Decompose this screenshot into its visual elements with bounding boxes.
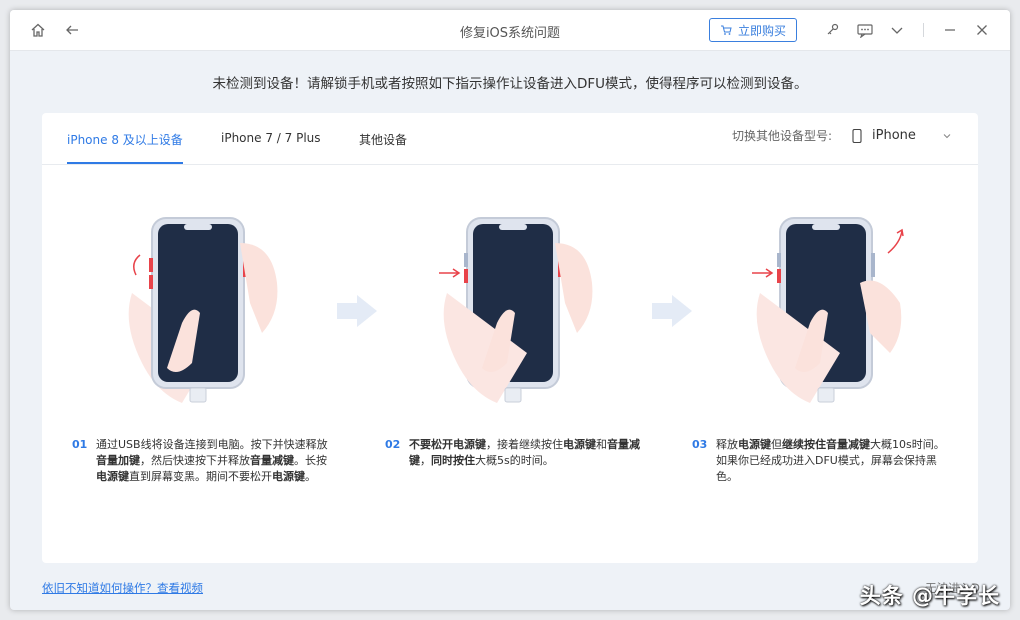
title-bar: 修复iOS系统问题 立即购买	[10, 10, 1010, 51]
step-3-number: 03	[692, 438, 708, 451]
tab-iphone8-plus[interactable]: iPhone 8 及以上设备	[67, 131, 183, 164]
step-text-part: 通过USB线将设备连接到电脑。按下并快速释放	[96, 438, 328, 451]
step-desc: 通过USB线将设备连接到电脑。按下并快速释放音量加键，然后快速按下并释放音量减键…	[96, 437, 336, 485]
step-3-text: 03 释放电源键但继续按住音量减键大概10s时间。 如果你已经成功进入DFU模式…	[692, 437, 962, 485]
device-model-value: iPhone	[872, 128, 916, 143]
phone-buttons-illustration	[439, 217, 593, 403]
step-text-part: 大概5s的时间。	[475, 454, 554, 467]
step-desc: 释放电源键但继续按住音量减键大概10s时间。 如果你已经成功进入DFU模式，屏幕…	[716, 437, 956, 485]
key-icon[interactable]	[823, 20, 843, 40]
buy-now-button[interactable]: 立即购买	[708, 18, 797, 42]
device-tabs: iPhone 8 及以上设备 iPhone 7 / 7 Plus 其他设备 切换…	[42, 113, 978, 165]
step-text-part: 和	[596, 438, 607, 451]
step-emphasis-text: 音量加键	[96, 454, 140, 467]
buy-now-label: 立即购买	[737, 23, 786, 38]
phone-buttons-illustration	[752, 217, 904, 403]
tab-other-devices[interactable]: 其他设备	[359, 131, 407, 162]
step-1-text: 01 通过USB线将设备连接到电脑。按下并快速释放音量加键，然后快速按下并释放音…	[72, 437, 342, 485]
step-desc: 不要松开电源键，接着继续按住电源键和音量减键，同时按住大概5s的时间。	[409, 437, 649, 469]
feedback-icon[interactable]	[855, 20, 875, 40]
step-emphasis-text: 不要松开电源键	[409, 438, 486, 451]
step-text-part: 。长按	[294, 454, 327, 467]
close-icon[interactable]	[972, 20, 992, 40]
step-emphasis-text: 音量减键	[250, 454, 294, 467]
watch-video-link[interactable]: 依旧不知道如何操作？查看视频	[42, 580, 203, 596]
phone-icon	[852, 128, 862, 143]
cart-icon	[720, 25, 732, 35]
title-separator	[923, 23, 924, 37]
tab-iphone7[interactable]: iPhone 7 / 7 Plus	[221, 131, 321, 159]
step-text-part: ，	[420, 454, 431, 467]
device-switch-label: 切换其他设备型号:	[731, 129, 832, 143]
chevron-down-icon[interactable]	[887, 20, 907, 40]
step-text-part: ，然后快速按下并释放	[140, 454, 250, 467]
step-text-part: 。	[305, 470, 316, 483]
step-1-number: 01	[72, 438, 88, 451]
step-emphasis-text: 电源键	[563, 438, 596, 451]
step-emphasis-text: 继续按住音量减键	[782, 438, 870, 451]
watermark-text: 头条 @牛学长	[859, 584, 1000, 608]
step-text-part: 但	[771, 438, 782, 451]
step-2-number: 02	[385, 438, 401, 451]
step-emphasis-text: 电源键	[272, 470, 305, 483]
chevron-down-icon	[943, 133, 951, 138]
step-text-part: 释放	[716, 438, 738, 451]
step-3-illustration	[750, 203, 1010, 413]
phone-buttons-illustration	[128, 217, 278, 403]
device-switch: 切换其他设备型号: iPhone	[732, 127, 952, 144]
instruction-panel: iPhone 8 及以上设备 iPhone 7 / 7 Plus 其他设备 切换…	[42, 113, 978, 563]
step-text-part: 直到屏幕变黑。期间不要松开	[129, 470, 272, 483]
step-text-part: ，接着继续按住	[486, 438, 563, 451]
step-emphasis-text: 同时按住	[431, 454, 475, 467]
device-model-select[interactable]: iPhone	[852, 128, 952, 143]
dfu-notice: 未检测到设备！请解锁手机或者按照如下指示操作让设备进入DFU模式，使得程序可以检…	[212, 76, 808, 92]
step-arrow-2	[652, 295, 692, 327]
app-window: 修复iOS系统问题 立即购买 未检测到设备！请解锁手机或者按照如下指示操作让设备…	[10, 10, 1010, 610]
step-arrow-1	[337, 295, 377, 327]
step-2-text: 02 不要松开电源键，接着继续按住电源键和音量减键，同时按住大概5s的时间。	[385, 437, 655, 469]
minimize-icon[interactable]	[940, 20, 960, 40]
step-emphasis-text: 电源键	[96, 470, 129, 483]
step-emphasis-text: 电源键	[738, 438, 771, 451]
